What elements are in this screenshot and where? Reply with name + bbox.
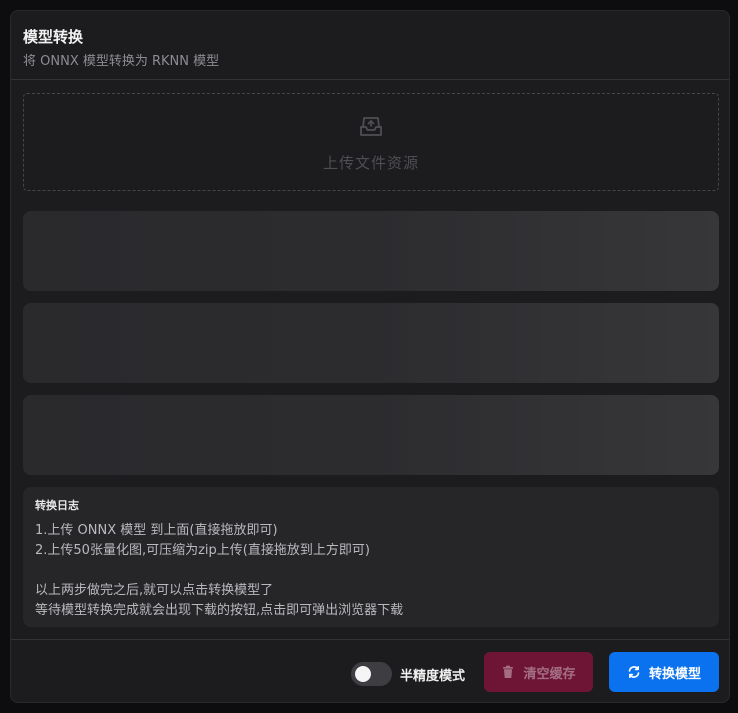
model-convert-card: 模型转换 将 ONNX 模型转换为 RKNN 模型 上传文件资源 转换日志 1.… [10, 10, 730, 703]
toggle-label: 半精度模式 [400, 668, 466, 684]
clear-cache-label: 清空缓存 [523, 666, 576, 682]
log-line: 1.上传 ONNX 模型 到上面(直接拖放即可) [35, 523, 278, 538]
inbox-upload-icon [360, 116, 382, 136]
skeleton-placeholder-3 [23, 395, 719, 475]
file-upload-dropzone[interactable]: 上传文件资源 [23, 93, 719, 191]
convert-model-button[interactable]: 转换模型 [609, 652, 719, 692]
log-line: 等待模型转换完成就会出现下载的按钮,点击即可弹出浏览器下载 [35, 603, 404, 618]
page-title: 模型转换 [23, 28, 84, 46]
card-footer: 半精度模式 清空缓存 转换模型 [11, 639, 729, 702]
half-precision-toggle[interactable]: 半精度模式 [351, 662, 465, 686]
conversion-log-panel: 转换日志 1.上传 ONNX 模型 到上面(直接拖放即可) 2.上传50张量化图… [23, 487, 719, 627]
card-header: 模型转换 将 ONNX 模型转换为 RKNN 模型 [11, 11, 729, 80]
skeleton-placeholder-1 [23, 211, 719, 291]
log-line: 以上两步做完之后,就可以点击转换模型了 [35, 583, 274, 598]
skeleton-placeholder-2 [23, 303, 719, 383]
upload-label: 上传文件资源 [322, 153, 419, 172]
convert-model-label: 转换模型 [648, 666, 701, 682]
refresh-icon [628, 666, 640, 678]
trash-icon [503, 665, 514, 678]
toggle-switch[interactable] [351, 662, 392, 686]
log-line: 2.上传50张量化图,可压缩为zip上传(直接拖放到上方即可) [35, 543, 370, 558]
page-subtitle: 将 ONNX 模型转换为 RKNN 模型 [23, 54, 220, 69]
toggle-knob [355, 666, 371, 682]
clear-cache-button[interactable]: 清空缓存 [484, 652, 593, 692]
log-title: 转换日志 [35, 499, 79, 512]
